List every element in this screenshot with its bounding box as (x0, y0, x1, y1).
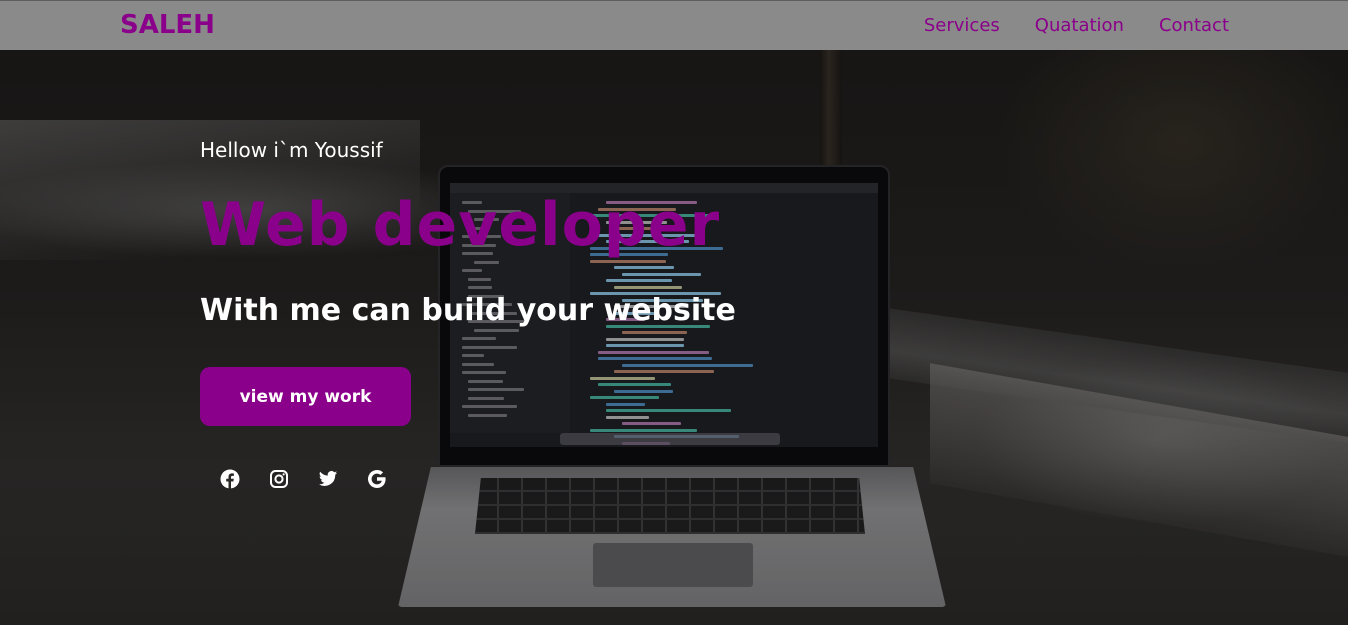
view-my-work-button[interactable]: view my work (200, 367, 411, 426)
page: SALEH Services Quatation Contact Hellow … (0, 0, 1348, 625)
brand-logo[interactable]: SALEH (120, 10, 215, 40)
nav-link-quatation[interactable]: Quatation (1035, 15, 1124, 36)
nav-links: Services Quatation Contact (924, 15, 1229, 36)
hero-subheadline: With me can build your website (200, 293, 736, 328)
navbar: SALEH Services Quatation Contact (0, 0, 1348, 50)
hero-greeting: Hellow i`m Youssif (200, 138, 383, 162)
instagram-icon[interactable] (269, 469, 289, 489)
nav-link-contact[interactable]: Contact (1159, 15, 1229, 36)
nav-link-services[interactable]: Services (924, 15, 1000, 36)
social-links (220, 469, 387, 489)
facebook-icon[interactable] (220, 469, 240, 489)
google-icon[interactable] (367, 469, 387, 489)
hero-headline: Web developer (200, 190, 721, 260)
twitter-icon[interactable] (318, 469, 338, 489)
